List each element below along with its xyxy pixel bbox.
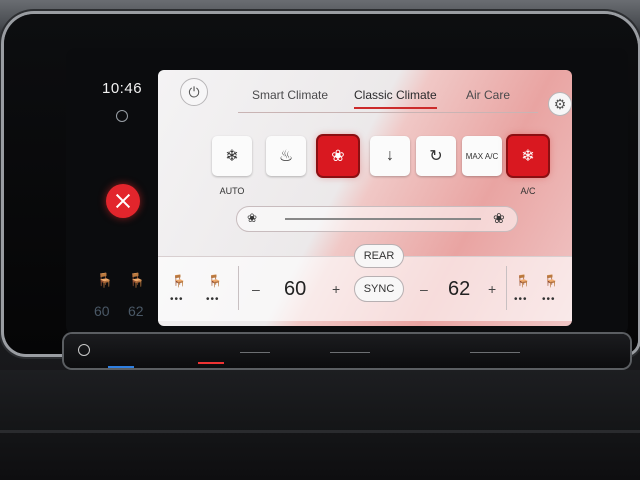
- tab-classic-climate[interactable]: Classic Climate: [354, 88, 437, 109]
- fan-high-icon: ❀: [493, 210, 505, 226]
- footwell-airflow-button[interactable]: ↓: [370, 136, 410, 176]
- climate-tabs: Smart Climate Classic Climate Air Care: [238, 88, 538, 114]
- seat-heat-level-dots: •••: [542, 294, 556, 305]
- divider: [238, 266, 239, 310]
- slider-mark: [330, 352, 370, 353]
- passenger-temp: 62: [448, 278, 471, 300]
- settings-button[interactable]: ⚙: [548, 92, 572, 116]
- temp-slider-blue-indicator: [108, 366, 134, 368]
- lower-dashboard: [0, 370, 640, 480]
- gear-icon: ⚙: [553, 95, 567, 112]
- power-button[interactable]: ⏻: [180, 78, 208, 106]
- passenger-temp-increase[interactable]: +: [488, 281, 496, 297]
- max-ac-button[interactable]: MAX A/C: [462, 136, 502, 176]
- fan-low-icon: ❀: [247, 211, 258, 225]
- dashboard-trim-line: [0, 430, 640, 433]
- seat-cool-level-dots: •••: [206, 294, 220, 305]
- recirculation-icon: ↻: [429, 148, 443, 165]
- divider: [506, 266, 507, 310]
- ac-label: A/C: [520, 186, 536, 196]
- snowflake-icon: ❄: [521, 148, 535, 165]
- passenger-seat-heat-icon[interactable]: 🪑: [542, 274, 560, 288]
- power-icon: ⏻: [188, 83, 200, 100]
- fan-icon: ❄: [225, 148, 239, 165]
- seat-heat-icon[interactable]: 🪑: [96, 272, 116, 292]
- rear-button[interactable]: REAR: [354, 244, 404, 268]
- footwell-airflow-icon: ↓: [386, 147, 394, 164]
- driver-temp: 60: [284, 278, 307, 300]
- slider-mark: [470, 352, 520, 353]
- seat-airflow-level-dots: •••: [514, 294, 528, 305]
- passenger-seat-airflow-icon[interactable]: 🪑: [514, 274, 532, 288]
- tab-air-care[interactable]: Air Care: [466, 88, 510, 102]
- driver-seat-heat-icon[interactable]: 🪑: [170, 274, 188, 288]
- fan-speed-slider[interactable]: ❀ ❀: [236, 206, 518, 232]
- seat-airflow-button[interactable]: ❀: [318, 136, 358, 176]
- sync-button[interactable]: SYNC: [354, 276, 404, 302]
- seat-heat-level-dots: •••: [170, 294, 184, 305]
- ac-button[interactable]: ❄: [508, 136, 548, 176]
- max-ac-icon: MAX A/C: [465, 151, 499, 161]
- driver-seat-cool-icon[interactable]: 🪑: [206, 274, 224, 288]
- fan-speed-track[interactable]: [285, 218, 481, 220]
- rear-defrost-button[interactable]: ♨: [266, 136, 306, 176]
- tab-divider: [238, 112, 538, 113]
- hardware-power-icon[interactable]: [78, 344, 90, 356]
- left-temp-driver: 60: [94, 303, 110, 319]
- seat-airflow-icon: ❀: [331, 148, 345, 165]
- auto-button[interactable]: ❄: [212, 136, 252, 176]
- climate-screen: ⏻ Smart Climate Classic Climate Air Care…: [158, 70, 572, 326]
- passenger-temp-decrease[interactable]: –: [420, 281, 428, 297]
- driver-temp-increase[interactable]: +: [332, 281, 340, 297]
- left-temp-passenger: 62: [128, 303, 144, 319]
- close-button[interactable]: [106, 184, 140, 218]
- tab-smart-climate[interactable]: Smart Climate: [252, 88, 328, 102]
- seat-heat-icon[interactable]: 🪑: [128, 272, 148, 292]
- slider-mark: [240, 352, 270, 353]
- globe-icon: [116, 110, 128, 122]
- clock: 10:46: [102, 80, 143, 97]
- auto-label: AUTO: [219, 186, 245, 196]
- touch-slider-strip[interactable]: [64, 334, 630, 368]
- temp-slider-red-indicator: [198, 362, 224, 364]
- recirculation-button[interactable]: ↻: [416, 136, 456, 176]
- rear-defrost-icon: ♨: [278, 148, 294, 165]
- driver-temp-decrease[interactable]: –: [252, 281, 260, 297]
